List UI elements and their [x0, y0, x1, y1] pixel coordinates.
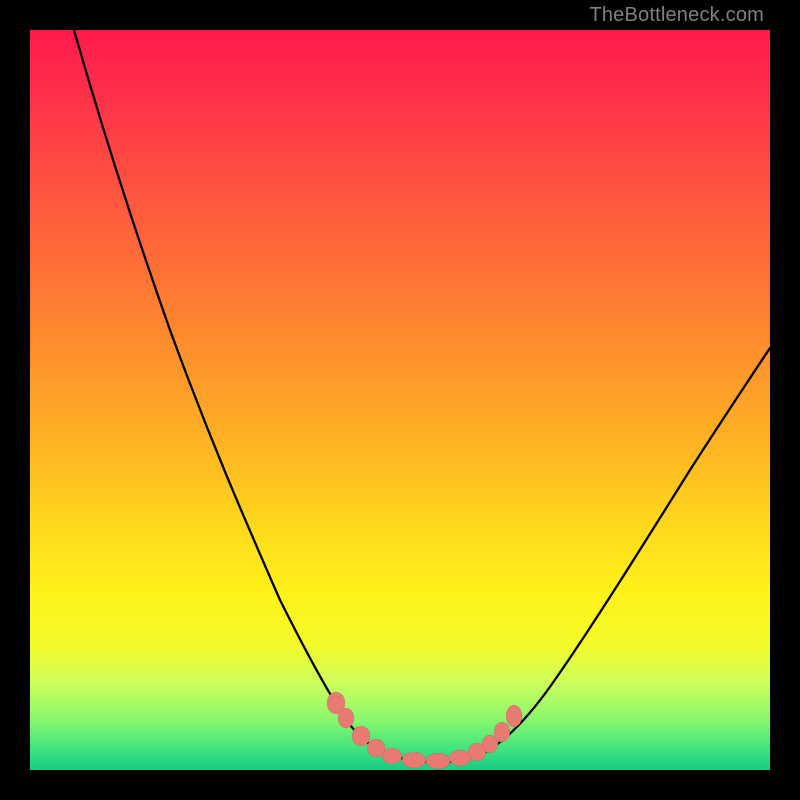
bottleneck-curve: [30, 30, 770, 770]
watermark-text: TheBottleneck.com: [589, 4, 764, 27]
marker-dot: [402, 752, 426, 768]
marker-dot: [352, 726, 370, 746]
plot-area: [30, 30, 770, 770]
curve-left-branch: [74, 30, 400, 758]
curve-right-branch: [482, 348, 770, 754]
chart-frame: TheBottleneck.com: [0, 0, 800, 800]
marker-dot: [449, 750, 471, 766]
marker-dot: [426, 753, 450, 769]
marker-dot: [494, 722, 510, 742]
marker-dot: [382, 748, 402, 764]
marker-dot: [506, 705, 522, 727]
marker-dot: [338, 708, 354, 728]
marker-group: [327, 692, 522, 769]
